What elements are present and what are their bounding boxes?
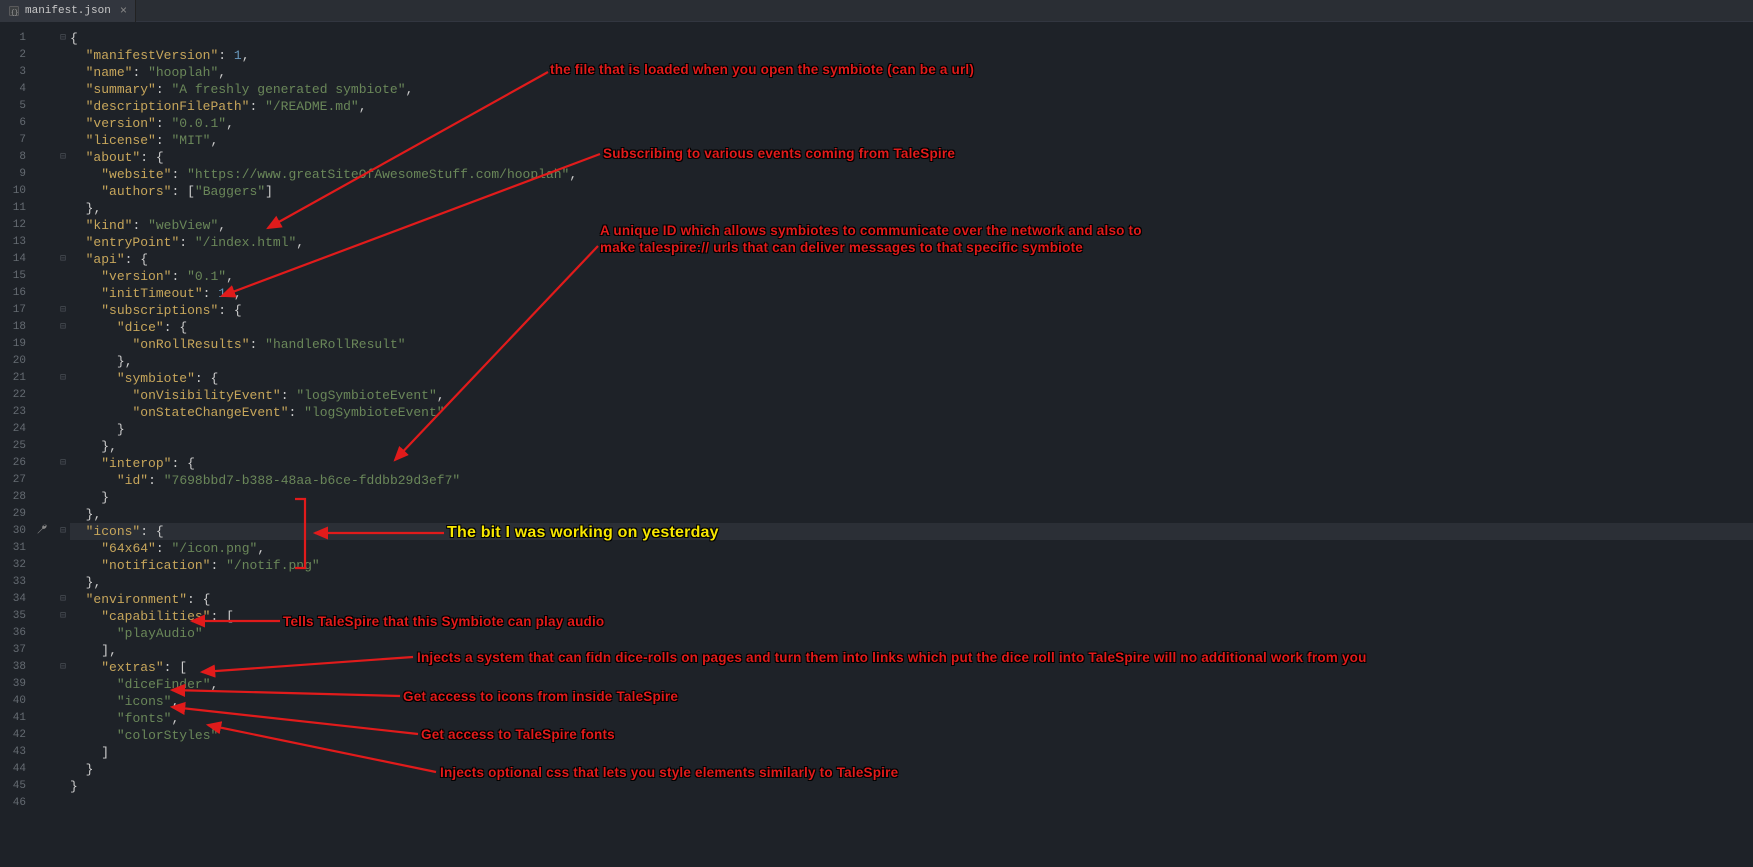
code-line[interactable]: "fonts", (70, 710, 1753, 727)
code-line[interactable]: }, (70, 506, 1753, 523)
code-line[interactable]: "capabilities": [ (70, 608, 1753, 625)
code-line[interactable]: } (70, 421, 1753, 438)
code-line[interactable]: "onStateChangeEvent": "logSymbioteEvent" (70, 404, 1753, 421)
code-line[interactable]: "diceFinder", (70, 676, 1753, 693)
code-line[interactable]: }, (70, 574, 1753, 591)
json-file-icon: {} (8, 5, 20, 17)
code-line[interactable]: "api": { (70, 251, 1753, 268)
code-line[interactable]: } (70, 778, 1753, 795)
code-line[interactable] (70, 795, 1753, 812)
code-line[interactable]: "symbiote": { (70, 370, 1753, 387)
code-line[interactable]: "extras": [ (70, 659, 1753, 676)
code-line[interactable]: ] (70, 744, 1753, 761)
code-line[interactable]: }, (70, 200, 1753, 217)
code-line[interactable]: "authors": ["Baggers"] (70, 183, 1753, 200)
editor[interactable]: 1234567891011121314151617181920212223242… (0, 26, 1753, 867)
code-line[interactable]: } (70, 761, 1753, 778)
code-line[interactable]: "colorStyles" (70, 727, 1753, 744)
code-line[interactable]: "manifestVersion": 1, (70, 47, 1753, 64)
marker-column (32, 26, 56, 867)
wrench-icon (36, 524, 48, 539)
code-line[interactable]: "license": "MIT", (70, 132, 1753, 149)
tab-manifest-json[interactable]: {} manifest.json × (0, 0, 136, 22)
code-line[interactable]: "interop": { (70, 455, 1753, 472)
code-line[interactable]: "onVisibilityEvent": "logSymbioteEvent", (70, 387, 1753, 404)
code-line[interactable]: "environment": { (70, 591, 1753, 608)
code-line[interactable]: "about": { (70, 149, 1753, 166)
code-line[interactable]: "kind": "webView", (70, 217, 1753, 234)
line-number-gutter: 1234567891011121314151617181920212223242… (0, 26, 32, 867)
code-line[interactable]: "version": "0.0.1", (70, 115, 1753, 132)
code-line[interactable]: "entryPoint": "/index.html", (70, 234, 1753, 251)
code-line[interactable]: "website": "https://www.greatSiteOfAweso… (70, 166, 1753, 183)
code-line[interactable]: "icons": { (70, 523, 1753, 540)
code-line[interactable]: "dice": { (70, 319, 1753, 336)
code-line[interactable]: "initTimeout": 10, (70, 285, 1753, 302)
code-line[interactable]: "notification": "/notif.png" (70, 557, 1753, 574)
code-line[interactable]: "onRollResults": "handleRollResult" (70, 336, 1753, 353)
code-line[interactable]: "icons", (70, 693, 1753, 710)
code-line[interactable]: "name": "hooplah", (70, 64, 1753, 81)
code-area[interactable]: { "manifestVersion": 1, "name": "hooplah… (70, 26, 1753, 867)
code-line[interactable]: ], (70, 642, 1753, 659)
fold-column: ⊟⊟⊟⊟⊟⊟⊟⊟⊟⊟⊟ (56, 26, 70, 867)
code-line[interactable]: } (70, 489, 1753, 506)
close-icon[interactable]: × (120, 4, 127, 18)
code-line[interactable]: "summary": "A freshly generated symbiote… (70, 81, 1753, 98)
tab-label: manifest.json (25, 5, 111, 17)
code-line[interactable]: "version": "0.1", (70, 268, 1753, 285)
code-line[interactable]: { (70, 30, 1753, 47)
tab-bar: {} manifest.json × (0, 0, 1753, 22)
code-line[interactable]: }, (70, 438, 1753, 455)
code-line[interactable]: "playAudio" (70, 625, 1753, 642)
code-line[interactable]: "subscriptions": { (70, 302, 1753, 319)
svg-text:{}: {} (11, 9, 18, 16)
code-line[interactable]: "descriptionFilePath": "/README.md", (70, 98, 1753, 115)
code-line[interactable]: "id": "7698bbd7-b388-48aa-b6ce-fddbb29d3… (70, 472, 1753, 489)
code-line[interactable]: }, (70, 353, 1753, 370)
code-line[interactable]: "64x64": "/icon.png", (70, 540, 1753, 557)
